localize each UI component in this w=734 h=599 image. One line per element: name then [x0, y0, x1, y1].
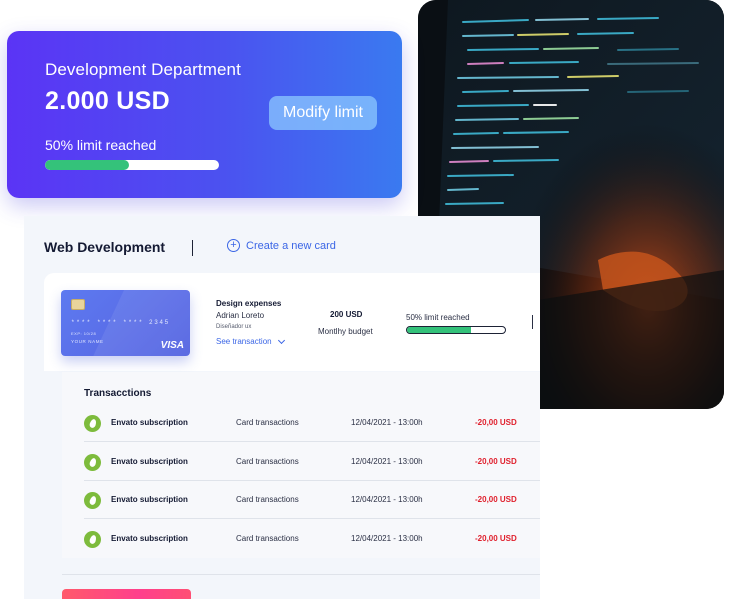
next-payment-card[interactable]	[62, 589, 191, 599]
panel-title: Web Development	[44, 239, 166, 255]
card-limit-progress-fill	[407, 327, 471, 333]
transaction-row[interactable]: Envato subscription Card transactions 12…	[84, 443, 540, 481]
transaction-type: Card transactions	[236, 534, 299, 543]
transaction-name: Envato subscription	[111, 418, 188, 427]
expense-owner: Adrian Loreto	[216, 311, 265, 320]
section-divider	[62, 574, 540, 575]
transactions-section: Transacctions Envato subscription Card t…	[62, 372, 540, 558]
card-expiry: EXP: 10/28	[71, 331, 97, 336]
department-name: Development Department	[45, 60, 241, 79]
transaction-name: Envato subscription	[111, 495, 188, 504]
transactions-title: Transacctions	[84, 388, 152, 399]
budget-amount: 2.000 USD	[45, 87, 170, 115]
envato-icon	[84, 531, 101, 548]
transaction-type: Card transactions	[236, 418, 299, 427]
title-divider	[192, 240, 193, 256]
transaction-date: 12/04/2021 - 13:00h	[351, 495, 423, 504]
transaction-type: Card transactions	[236, 457, 299, 466]
envato-icon	[84, 454, 101, 471]
chevron-down-icon	[277, 336, 285, 344]
create-card-label: Create a new card	[246, 239, 336, 252]
card-chip-icon	[71, 299, 85, 310]
budget-card: Development Department 2.000 USD Modify …	[7, 31, 402, 198]
envato-icon	[84, 492, 101, 509]
plus-circle-icon: +	[227, 239, 240, 252]
payment-card[interactable]: **** **** **** 2345 EXP: 10/28 YOUR NAME…	[61, 290, 190, 356]
transaction-amount: -20,00 USD	[475, 418, 517, 427]
card-summary-row: **** **** **** 2345 EXP: 10/28 YOUR NAME…	[44, 273, 540, 371]
transaction-row[interactable]: Envato subscription Card transactions 12…	[84, 404, 540, 442]
card-limit-progress-bar	[406, 326, 506, 334]
monthly-budget-label: Montlhy budget	[318, 327, 373, 336]
see-transaction-link[interactable]: See transaction	[216, 336, 285, 346]
see-transaction-label: See transaction	[216, 337, 272, 346]
monthly-budget-value: 200 USD	[330, 310, 363, 319]
envato-icon	[84, 415, 101, 432]
transaction-date: 12/04/2021 - 13:00h	[351, 418, 423, 427]
transaction-date: 12/04/2021 - 13:00h	[351, 457, 423, 466]
row-scroll-indicator	[532, 315, 533, 329]
web-development-panel: Web Development + Create a new card ****…	[24, 216, 540, 599]
modify-limit-button[interactable]: Modify limit	[269, 96, 377, 130]
transaction-row[interactable]: Envato subscription Card transactions 12…	[84, 481, 540, 519]
create-card-link[interactable]: + Create a new card	[227, 239, 336, 252]
limit-status-text: 50% limit reached	[45, 137, 157, 153]
transaction-row[interactable]: Envato subscription Card transactions 12…	[84, 520, 540, 558]
transaction-amount: -20,00 USD	[475, 495, 517, 504]
card-number: **** **** **** 2345	[71, 319, 170, 326]
transaction-amount: -20,00 USD	[475, 534, 517, 543]
limit-progress-fill	[45, 160, 129, 170]
transaction-type: Card transactions	[236, 495, 299, 504]
card-brand: VISA	[160, 340, 184, 351]
limit-progress-bar	[45, 160, 219, 170]
transaction-name: Envato subscription	[111, 457, 188, 466]
card-holder: YOUR NAME	[71, 339, 104, 344]
expense-role: Diseñador ux	[216, 324, 252, 330]
transaction-name: Envato subscription	[111, 534, 188, 543]
expense-title: Design expenses	[216, 299, 282, 308]
card-limit-label: 50% limit reached	[406, 313, 470, 322]
transaction-date: 12/04/2021 - 13:00h	[351, 534, 423, 543]
stage: Development Department 2.000 USD Modify …	[0, 0, 734, 599]
transaction-amount: -20,00 USD	[475, 457, 517, 466]
